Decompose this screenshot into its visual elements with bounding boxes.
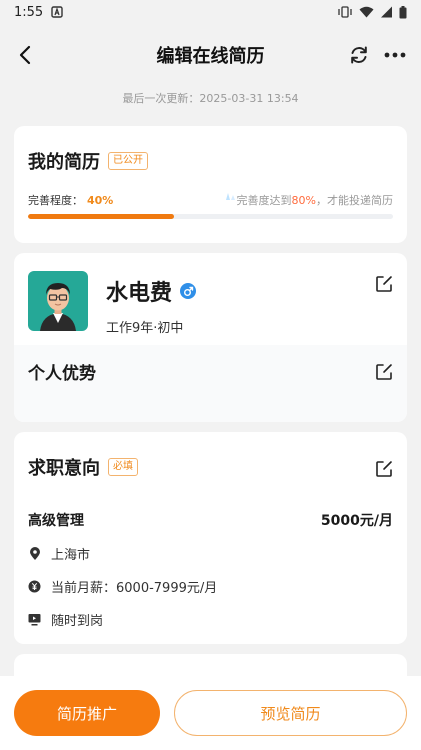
edit-profile-icon[interactable] [373, 273, 395, 295]
intent-title-row: 求职意向 必填 [28, 454, 393, 480]
progress-hint: 完善度达到80%，才能投递简历 [225, 192, 393, 208]
edit-intent-icon[interactable] [373, 458, 395, 480]
progress-label-text: 完善程度： [28, 194, 83, 207]
profile-header[interactable]: 水电费 工作9年·初中 [14, 253, 407, 345]
availability-text: 随时到岗 [51, 614, 104, 629]
personal-advantage-section[interactable]: 个人优势 [14, 345, 407, 422]
location-text: 上海市 [51, 548, 91, 563]
hint-highlight: 80% [291, 194, 316, 207]
resume-title: 我的简历 [28, 152, 100, 173]
preview-resume-button[interactable]: 预览简历 [174, 690, 407, 736]
personal-advantage-title: 个人优势 [28, 364, 96, 384]
notification-icon [51, 6, 63, 18]
profile-info: 水电费 工作9年·初中 [106, 271, 197, 336]
experience-education: 工作9年·初中 [106, 321, 184, 336]
status-left: 1:55 [14, 5, 63, 20]
promote-resume-button[interactable]: 简历推广 [14, 690, 160, 736]
hint-prefix: 完善度达到 [236, 194, 292, 207]
avatar[interactable] [28, 271, 88, 331]
name-row: 水电费 [106, 275, 197, 307]
status-time: 1:55 [14, 4, 44, 20]
edit-advantage-icon[interactable] [373, 361, 395, 383]
status-bar: 1:55 [0, 0, 421, 24]
current-salary-text: 当前月薪：6000-7999元/月 [51, 581, 218, 596]
resume-card: 我的简历 已公开 完善程度： 40% 完善度达到80%，才能投递简历 [14, 126, 407, 243]
battery-icon [399, 5, 407, 19]
current-salary-row: 当前月薪：6000-7999元/月 [28, 577, 393, 596]
hint-suffix: ，才能投递简历 [316, 194, 393, 207]
signal-icon [380, 6, 393, 18]
wifi-icon [359, 6, 374, 18]
location-pin-icon [28, 546, 41, 560]
yuan-coin-icon [28, 580, 41, 593]
sparkle-icon [223, 188, 237, 205]
location-row: 上海市 [28, 544, 393, 563]
progress-fill [28, 214, 174, 219]
vibrate-icon [337, 6, 353, 18]
user-name: 水电费 [106, 281, 173, 306]
more-icon[interactable] [381, 43, 409, 67]
job-title: 高级管理 [28, 513, 84, 529]
progress-percent: 40% [87, 194, 114, 207]
last-updated-text: 最后一次更新：2025-03-31 13:54 [122, 92, 299, 105]
monitor-icon [28, 613, 41, 626]
page-title: 编辑在线简历 [156, 46, 265, 67]
status-right [337, 5, 407, 19]
availability-row: 随时到岗 [28, 610, 393, 629]
profile-card: 水电费 工作9年·初中 个人优势 [14, 253, 407, 422]
nav-bar: 编辑在线简历 [0, 24, 421, 86]
bottom-action-bar: 简历推广 预览简历 [0, 676, 421, 750]
required-badge: 必填 [108, 458, 138, 476]
expected-salary: 5000元/月 [320, 513, 393, 529]
job-intention-card[interactable]: 求职意向 必填 高级管理 5000元/月 上海市 当前月薪：6000-7999元… [14, 432, 407, 644]
progress-label: 完善程度： 40% [28, 192, 113, 208]
progress-bar [28, 214, 393, 219]
progress-row: 完善程度： 40% 完善度达到80%，才能投递简历 [28, 192, 393, 208]
resume-title-row: 我的简历 已公开 [28, 148, 393, 174]
refresh-icon[interactable] [347, 43, 371, 67]
back-icon[interactable] [12, 42, 38, 68]
male-icon [180, 283, 197, 299]
public-badge: 已公开 [108, 152, 148, 170]
job-row: 高级管理 5000元/月 [28, 510, 393, 530]
intent-title: 求职意向 [28, 458, 100, 479]
